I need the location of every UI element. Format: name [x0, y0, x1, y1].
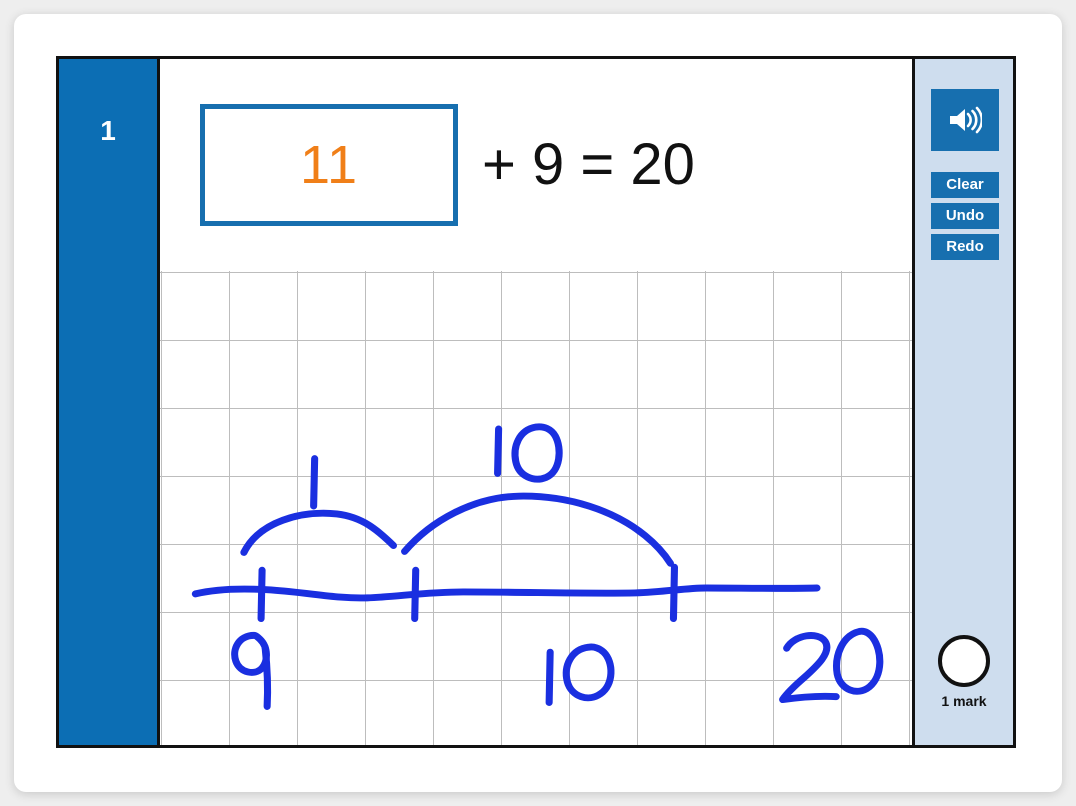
redo-button[interactable]: Redo: [931, 234, 999, 260]
question-frame: 1 11 + 9 = 20 Clear Undo Redo 1 mark: [56, 56, 1016, 748]
jump-arc-10: [401, 492, 674, 567]
tick-label-20-two: [779, 632, 840, 704]
app-card: 1 11 + 9 = 20 Clear Undo Redo 1 mark: [14, 14, 1062, 792]
squared-paper-canvas[interactable]: [160, 271, 912, 745]
equation-remainder: + 9 = 20: [482, 132, 695, 197]
audio-play-button[interactable]: [931, 89, 999, 151]
work-column: 11 + 9 = 20: [160, 59, 912, 745]
tick-label-9-tail: [261, 643, 272, 710]
mark-indicator: 1 mark: [915, 635, 1013, 709]
jump-label-10-zero: [511, 423, 563, 483]
tick-mark-9: [257, 566, 266, 623]
tick-mark-10: [411, 566, 420, 623]
tool-button-stack: Clear Undo Redo: [931, 172, 999, 265]
tick-label-20-zero: [833, 627, 884, 695]
clear-button[interactable]: Clear: [931, 172, 999, 198]
answer-value: 11: [299, 135, 359, 195]
tick-label-10-one: [545, 648, 554, 706]
jump-label-10-one: [494, 425, 503, 477]
mark-label: 1 mark: [941, 693, 987, 709]
mark-bubble-icon: [938, 635, 990, 687]
jump-label-1: [310, 455, 319, 510]
tick-label-9: [231, 631, 270, 676]
answer-input-box[interactable]: 11: [200, 104, 458, 226]
speaker-icon: [950, 106, 982, 134]
jump-arc-1: [240, 509, 398, 556]
undo-button[interactable]: Undo: [931, 203, 999, 229]
equation-prompt: 11 + 9 = 20: [160, 59, 912, 271]
question-number-strip: 1: [59, 59, 160, 745]
tick-label-10-zero: [562, 643, 615, 702]
handwritten-ink-layer: [191, 423, 884, 710]
question-number: 1: [100, 115, 116, 146]
tick-mark-20: [669, 563, 679, 623]
number-line-baseline: [191, 584, 821, 602]
tool-panel: Clear Undo Redo 1 mark: [912, 59, 1013, 745]
